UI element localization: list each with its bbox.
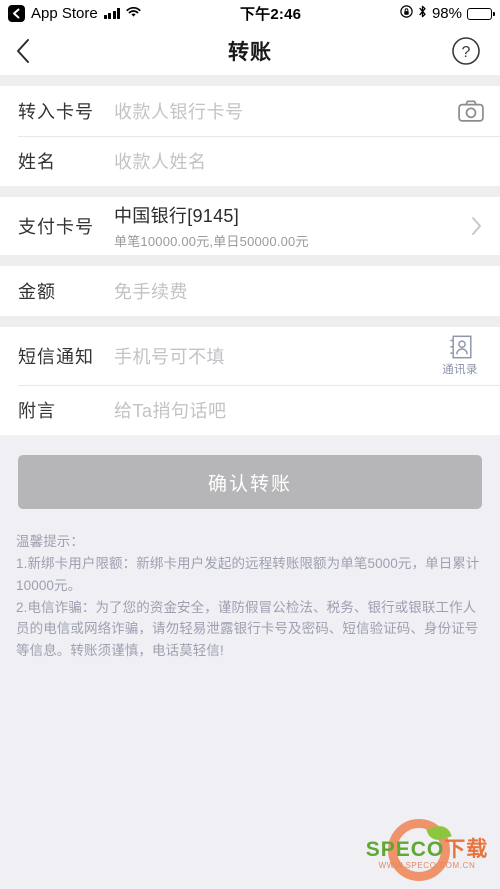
section-gap xyxy=(0,75,500,86)
nav-back-button[interactable] xyxy=(16,27,52,75)
bluetooth-icon xyxy=(418,5,427,22)
confirm-transfer-button[interactable]: 确认转账 xyxy=(18,455,482,509)
tips-line-2: 2.电信诈骗：为了您的资金安全，谨防假冒公检法、税务、银行或银联工作人员的电信或… xyxy=(16,599,479,659)
contacts-button-label: 通讯录 xyxy=(442,364,478,376)
help-button[interactable]: ? xyxy=(446,27,486,75)
placeholder-transfer-card-number: 收款人银行卡号 xyxy=(114,102,244,122)
row-transfer-card-number[interactable]: 转入卡号 收款人银行卡号 xyxy=(0,86,500,136)
question-mark-circle-icon: ? xyxy=(452,37,480,65)
label-amount: 金额 xyxy=(18,282,56,302)
navigation-bar: 转账 ? xyxy=(0,27,500,75)
payment-card-disclosure[interactable] xyxy=(470,215,484,237)
label-recipient-name: 姓名 xyxy=(18,152,56,172)
battery-percent: 98% xyxy=(431,5,462,22)
status-bar-right: 98% xyxy=(400,5,496,22)
watermark-inner: SPECO下载 WWW.SPECO.COM.CN xyxy=(354,813,494,885)
watermark-url: WWW.SPECO.COM.CN xyxy=(378,861,476,870)
label-transfer-card-number: 转入卡号 xyxy=(18,102,94,122)
row-payment-card[interactable]: 支付卡号 中国银行[9145] 单笔10000.00元,单日50000.00元 xyxy=(0,197,500,255)
input-transfer-card-number[interactable]: 收款人银行卡号 xyxy=(114,98,458,124)
placeholder-amount: 免手续费 xyxy=(114,282,188,302)
row-recipient-name[interactable]: 姓名 收款人姓名 xyxy=(0,136,500,186)
payment-card-limits: 单笔10000.00元,单日50000.00元 xyxy=(114,234,309,249)
form-group-recipient: 转入卡号 收款人银行卡号 姓名 收款人姓名 xyxy=(0,86,500,186)
payment-card-name: 中国银行[9145] xyxy=(114,206,240,226)
contacts-icon xyxy=(449,335,472,359)
status-bar-time: 下午2:46 xyxy=(239,6,302,23)
camera-icon xyxy=(458,100,484,122)
form-group-notification: 短信通知 手机号可不填 通讯录 附言 给Ta捎句话吧 xyxy=(0,327,500,435)
scan-card-button[interactable] xyxy=(458,100,484,122)
phone-screen: App Store 下午2:46 98% 转账 ? 转入卡号 收款人银行卡号 姓… xyxy=(0,0,500,889)
section-gap xyxy=(0,316,500,327)
watermark-brand: SPECO下载 xyxy=(360,839,494,860)
contacts-button-inner[interactable]: 通讯录 xyxy=(436,335,484,377)
label-payment-card: 支付卡号 xyxy=(18,217,94,237)
section-gap xyxy=(0,186,500,197)
placeholder-remark: 给Ta捎句话吧 xyxy=(114,401,227,421)
chevron-right-icon xyxy=(472,217,481,235)
back-chevron-icon[interactable] xyxy=(8,5,25,22)
wifi-icon xyxy=(126,5,141,22)
section-gap xyxy=(0,255,500,266)
input-amount[interactable]: 免手续费 xyxy=(114,278,484,304)
placeholder-recipient-name: 收款人姓名 xyxy=(114,152,207,172)
watermark-brand-cn: 下载 xyxy=(444,838,489,861)
tips-section: 温馨提示： 1.新绑卡用户限额：新绑卡用户发起的远程转账限额为单笔5000元，单… xyxy=(0,509,500,663)
label-sms-notification: 短信通知 xyxy=(18,347,94,367)
rotation-lock-icon xyxy=(400,5,413,22)
placeholder-sms-phone: 手机号可不填 xyxy=(114,347,225,367)
contacts-button[interactable]: 通讯录 xyxy=(436,335,484,377)
label-remark: 附言 xyxy=(18,401,56,421)
cellular-signal-icon xyxy=(103,8,121,19)
svg-text:?: ? xyxy=(462,44,471,61)
confirm-button-container: 确认转账 xyxy=(0,435,500,509)
status-bar-back-app[interactable]: App Store xyxy=(31,5,98,22)
status-bar: App Store 下午2:46 98% xyxy=(0,0,500,27)
watermark-brand-latin: SPECO xyxy=(365,838,445,861)
payment-card-value-block[interactable]: 中国银行[9145] 单笔10000.00元,单日50000.00元 xyxy=(114,202,470,250)
battery-icon xyxy=(467,7,496,20)
form-group-payment-card: 支付卡号 中国银行[9145] 单笔10000.00元,单日50000.00元 xyxy=(0,197,500,255)
watermark: SPECO下载 WWW.SPECO.COM.CN xyxy=(354,813,494,885)
tips-line-1: 1.新绑卡用户限额：新绑卡用户发起的远程转账限额为单笔5000元，单日累计100… xyxy=(16,555,480,593)
form-group-amount: 金额 免手续费 xyxy=(0,266,500,316)
input-remark[interactable]: 给Ta捎句话吧 xyxy=(114,397,484,423)
status-bar-left: App Store xyxy=(8,5,141,22)
row-sms-notification[interactable]: 短信通知 手机号可不填 通讯录 xyxy=(0,327,500,385)
tips-heading: 温馨提示： xyxy=(16,534,84,549)
input-sms-phone[interactable]: 手机号可不填 xyxy=(114,343,436,369)
row-amount[interactable]: 金额 免手续费 xyxy=(0,266,500,316)
page-title: 转账 xyxy=(228,41,272,64)
row-remark[interactable]: 附言 给Ta捎句话吧 xyxy=(0,385,500,435)
input-recipient-name[interactable]: 收款人姓名 xyxy=(114,148,484,174)
